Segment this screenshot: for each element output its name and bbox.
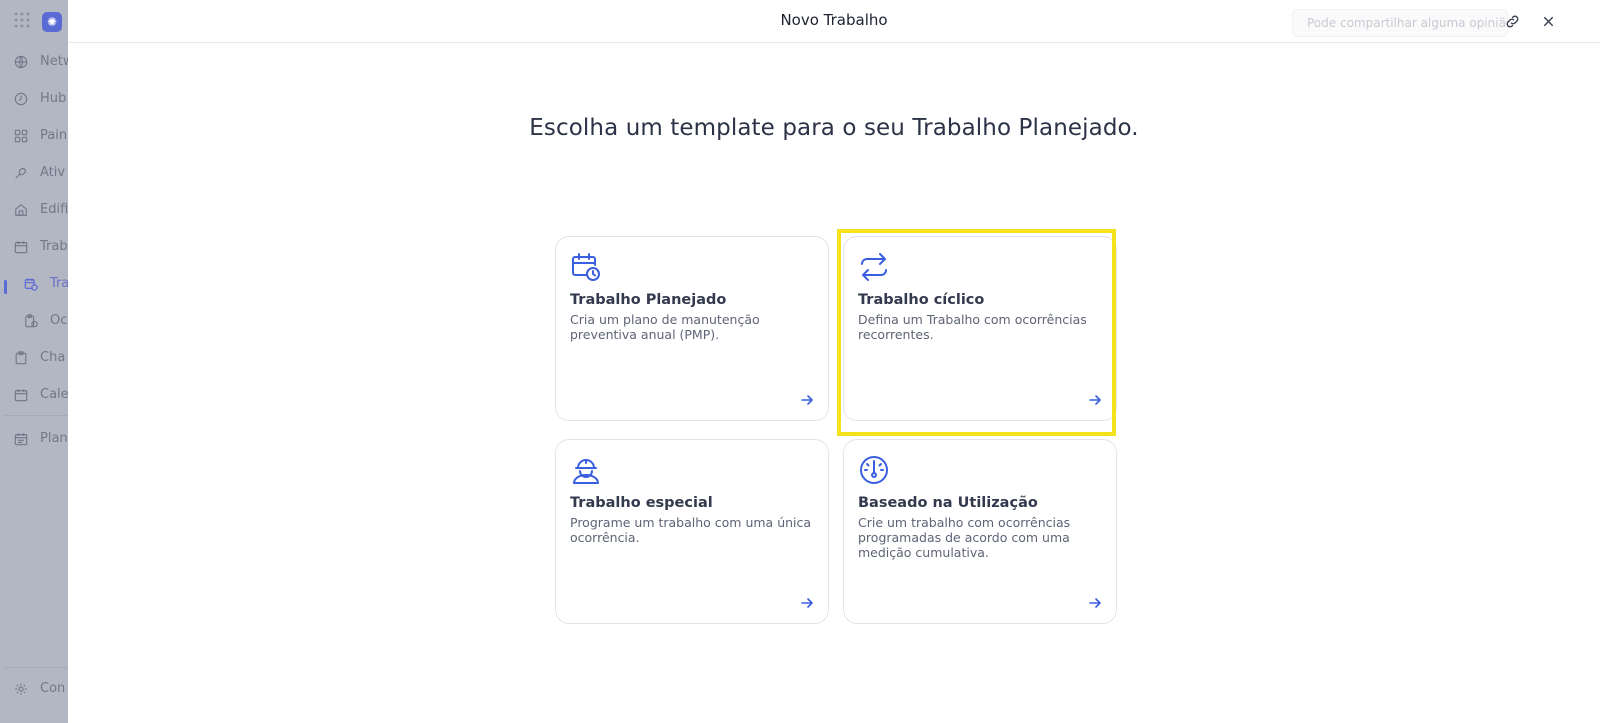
- modal-header: Novo Trabalho Pode compartilhar alguma o…: [68, 0, 1600, 43]
- sidebar: ✺ Netw Hub Pain Ativ Edifi Trab Tra Oc C…: [0, 0, 68, 723]
- template-card-planned-work[interactable]: Trabalho Planejado Cria um plano de manu…: [555, 236, 829, 421]
- building-icon: [15, 203, 27, 216]
- grid-icon: [14, 129, 28, 142]
- page-headline: Escolha um template para o seu Trabalho …: [529, 115, 1139, 141]
- card-title: Trabalho especial: [570, 495, 713, 511]
- card-title: Baseado na Utilização: [858, 495, 1038, 511]
- asset-icon: [15, 167, 26, 179]
- arrow-right-icon: [800, 392, 814, 406]
- sidebar-item-calendar[interactable]: Cale: [14, 387, 68, 402]
- sidebar-item-works[interactable]: Trab: [14, 239, 68, 254]
- sidebar-divider: [4, 415, 68, 416]
- link-icon[interactable]: [1503, 12, 1521, 30]
- close-icon[interactable]: [1539, 12, 1557, 30]
- calendar-clock-icon: [24, 277, 38, 291]
- gear-icon: [15, 682, 27, 695]
- sidebar-item-planning[interactable]: Plan: [14, 431, 68, 446]
- calendar-clock-icon: [570, 251, 602, 283]
- globe-icon: [14, 55, 28, 68]
- sidebar-item-network[interactable]: Netw: [14, 54, 68, 69]
- worker-icon: [570, 454, 602, 486]
- clipboard-clock-icon: [25, 313, 38, 327]
- arrow-right-icon: [1088, 392, 1102, 406]
- repeat-icon: [858, 251, 890, 283]
- template-card-special-work[interactable]: Trabalho especial Programe um trabalho c…: [555, 439, 829, 624]
- sidebar-item-assets[interactable]: Ativ: [14, 165, 65, 180]
- card-description: Programe um trabalho com uma única ocorr…: [570, 515, 812, 545]
- sidebar-item-settings[interactable]: Con: [14, 681, 65, 696]
- sidebar-item-hub[interactable]: Hub: [14, 91, 66, 106]
- sidebar-active-indicator: [4, 280, 7, 294]
- feedback-input[interactable]: Pode compartilhar alguma opinião?: [1292, 9, 1508, 37]
- template-card-usage-based[interactable]: Baseado na Utilização Crie um trabalho c…: [843, 439, 1117, 624]
- card-title: Trabalho Planejado: [570, 292, 727, 308]
- apps-grid-icon[interactable]: [14, 12, 30, 32]
- arrow-right-icon: [800, 595, 814, 609]
- sidebar-item-planned-works[interactable]: Tra: [24, 276, 68, 291]
- clipboard-icon: [15, 350, 27, 364]
- sidebar-top: ✺: [14, 12, 62, 32]
- calendar-icon: [14, 240, 28, 253]
- template-card-cyclic-work[interactable]: Trabalho cíclico Defina um Trabalho com …: [843, 236, 1117, 421]
- clock-icon: [14, 92, 28, 105]
- app-logo-icon[interactable]: ✺: [42, 12, 62, 32]
- sidebar-divider: [4, 667, 68, 668]
- new-work-modal: Novo Trabalho Pode compartilhar alguma o…: [68, 0, 1600, 723]
- sidebar-item-panel[interactable]: Pain: [14, 128, 67, 143]
- card-description: Defina um Trabalho com ocorrências recor…: [858, 312, 1087, 342]
- sidebar-item-occurrences[interactable]: Oc: [24, 313, 67, 328]
- card-description: Crie um trabalho com ocorrências program…: [858, 515, 1071, 560]
- gauge-icon: [858, 454, 890, 486]
- sidebar-item-buildings[interactable]: Edifi: [14, 202, 68, 217]
- card-title: Trabalho cíclico: [858, 292, 985, 308]
- card-description: Cria um plano de manutenção preventiva a…: [570, 312, 760, 342]
- calendar-icon: [14, 388, 28, 401]
- arrow-right-icon: [1088, 595, 1102, 609]
- calendar-list-icon: [14, 432, 28, 445]
- sidebar-item-tickets[interactable]: Cha: [14, 350, 65, 365]
